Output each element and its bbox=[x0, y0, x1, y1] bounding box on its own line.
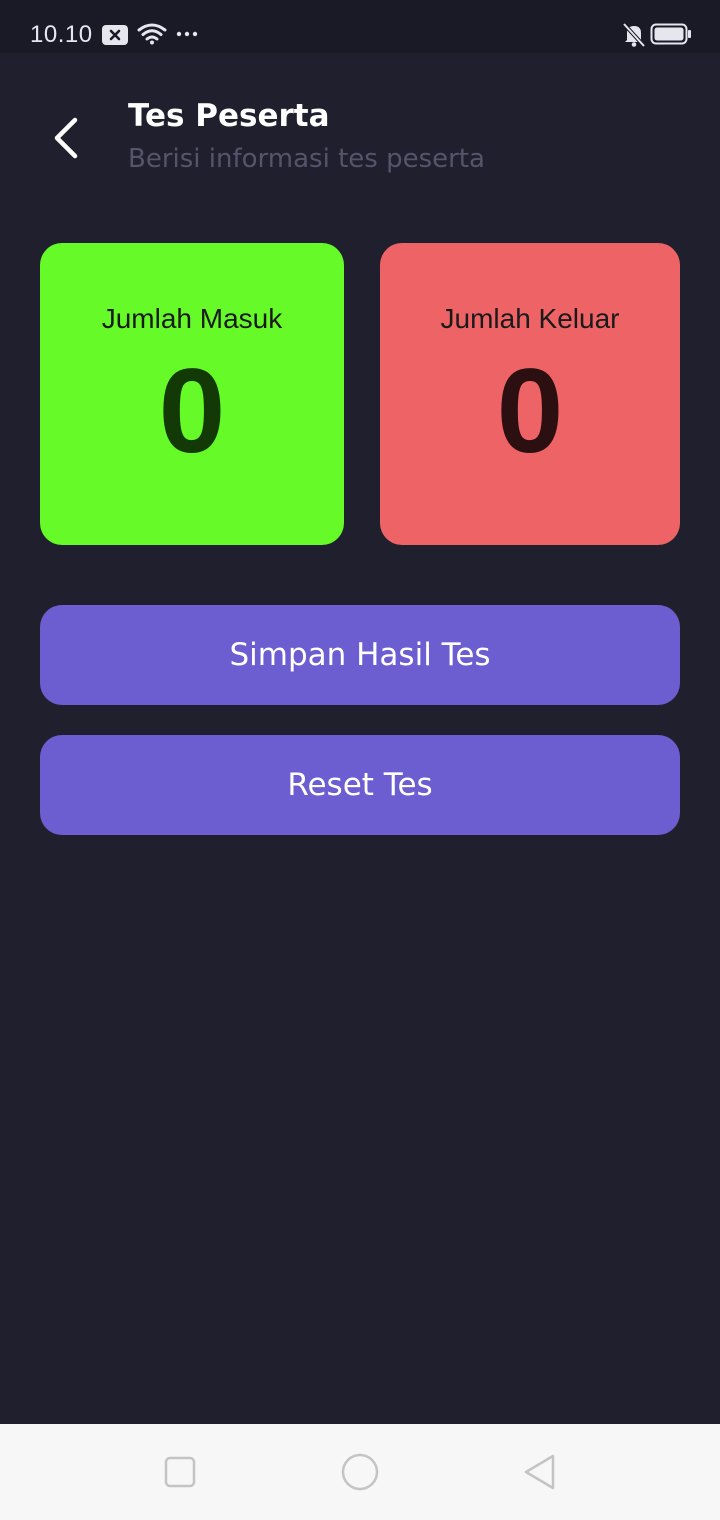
jumlah-masuk-card: Jumlah Masuk 0 bbox=[40, 243, 344, 545]
silent-bell-icon bbox=[622, 22, 646, 48]
jumlah-keluar-value: 0 bbox=[496, 344, 564, 478]
jumlah-masuk-value: 0 bbox=[158, 344, 226, 478]
page-subtitle: Berisi informasi tes peserta bbox=[128, 144, 485, 174]
status-time: 10.10 bbox=[30, 21, 93, 48]
back-arrow-icon bbox=[54, 117, 78, 159]
status-bar: 10.10 bbox=[0, 0, 720, 53]
jumlah-masuk-label: Jumlah Masuk bbox=[101, 303, 283, 334]
notification-icon bbox=[102, 25, 128, 45]
home-circle-icon[interactable] bbox=[340, 1452, 380, 1492]
more-dots-icon bbox=[176, 31, 198, 37]
navigation-bar bbox=[0, 1424, 720, 1520]
back-button[interactable] bbox=[36, 108, 96, 168]
battery-icon bbox=[650, 23, 691, 45]
jumlah-keluar-label: Jumlah Keluar bbox=[440, 303, 620, 334]
wifi-icon bbox=[137, 23, 167, 45]
back-triangle-icon[interactable] bbox=[522, 1453, 558, 1491]
reset-tes-button[interactable]: Reset Tes bbox=[40, 735, 680, 835]
recents-square-icon[interactable] bbox=[164, 1456, 196, 1488]
jumlah-keluar-card: Jumlah Keluar 0 bbox=[380, 243, 680, 545]
simpan-hasil-tes-button[interactable]: Simpan Hasil Tes bbox=[40, 605, 680, 705]
page-title: Tes Peserta bbox=[128, 98, 330, 134]
